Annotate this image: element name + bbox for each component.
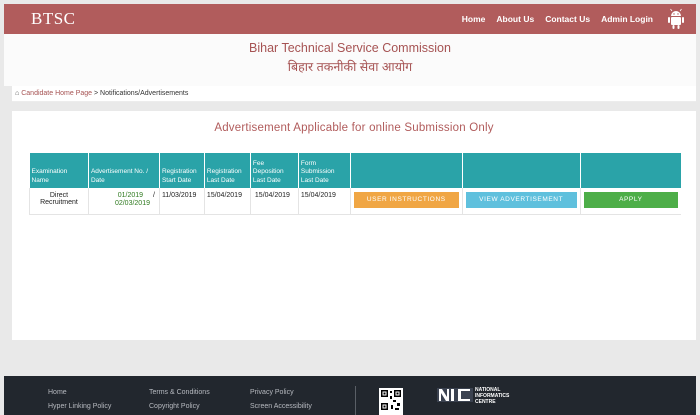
- footer-divider: [355, 386, 356, 415]
- adv-separator: /: [152, 192, 155, 199]
- nic-logo-icon: [437, 388, 473, 402]
- footer-col-1: Home Hyper Linking Policy: [48, 386, 111, 414]
- cell-reg-last: 15/04/2019: [203, 188, 251, 215]
- breadcrumb-home-link[interactable]: Candidate Home Page: [21, 90, 92, 97]
- nav-admin-login-link[interactable]: Admin Login: [601, 14, 653, 24]
- main-panel: Advertisement Applicable for online Subm…: [12, 111, 696, 340]
- cell-exam-name: Direct Recruitment: [29, 188, 89, 215]
- cell-reg-start: 11/03/2019: [158, 188, 205, 215]
- nic-name: NATIONAL INFORMATICS CENTRE: [475, 387, 509, 405]
- breadcrumb-current: Notifications/Advertisements: [100, 90, 189, 97]
- site-footer: Home Hyper Linking Policy Terms & Condit…: [4, 376, 696, 415]
- cell-apply: APPLY: [579, 188, 681, 215]
- org-name-english: Bihar Technical Service Commission: [249, 41, 451, 55]
- adv-number: 01/2019: [117, 192, 144, 199]
- apply-button[interactable]: APPLY: [583, 192, 678, 208]
- main-nav: Home About Us Contact Us Admin Login: [462, 7, 696, 31]
- breadcrumb-separator: >: [92, 90, 101, 97]
- nav-home-link[interactable]: Home: [462, 14, 486, 24]
- footer-privacy-link[interactable]: Privacy Policy: [250, 386, 312, 400]
- page-title: Advertisement Applicable for online Subm…: [214, 122, 494, 134]
- footer-accessibility-link[interactable]: Screen Accessibility: [250, 400, 312, 414]
- col-header-exam-name: Examination Name: [29, 153, 89, 188]
- nav-about-link[interactable]: About Us: [496, 14, 534, 24]
- col-header-view: [461, 153, 581, 188]
- org-name-hindi: बिहार तकनीकी सेवा आयोग: [287, 60, 413, 74]
- breadcrumb: ⌂ Candidate Home Page > Notifications/Ad…: [12, 86, 696, 102]
- qr-code-icon: [379, 388, 403, 415]
- col-header-adv-no: Advertisement No. / Date: [87, 153, 160, 188]
- col-header-apply: [579, 153, 681, 188]
- footer-home-link[interactable]: Home: [48, 386, 111, 400]
- footer-hyperlinking-link[interactable]: Hyper Linking Policy: [48, 400, 111, 414]
- footer-copyright-link[interactable]: Copyright Policy: [149, 400, 210, 414]
- footer-col-3: Privacy Policy Screen Accessibility: [250, 386, 312, 414]
- col-header-fee-last: Fee Deposition Last Date: [249, 153, 299, 188]
- col-header-instructions: [349, 153, 463, 188]
- col-header-form-last: Form Submission Last Date: [297, 153, 351, 188]
- table-header-row: Examination Name Advertisement No. / Dat…: [29, 153, 681, 188]
- home-icon: ⌂: [15, 90, 20, 97]
- cell-adv-no: 01/2019 / 02/03/2019: [87, 188, 160, 215]
- cell-instructions: USER INSTRUCTIONS: [349, 188, 463, 215]
- adv-date: 02/03/2019: [114, 200, 150, 207]
- nic-line-3: CENTRE: [475, 399, 496, 405]
- footer-terms-link[interactable]: Terms & Conditions: [149, 386, 210, 400]
- android-icon[interactable]: [666, 7, 686, 31]
- nav-contact-link[interactable]: Contact Us: [545, 14, 590, 24]
- footer-col-2: Terms & Conditions Copyright Policy: [149, 386, 210, 414]
- table-row: Direct Recruitment 01/2019 / 02/03/2019 …: [29, 188, 681, 215]
- user-instructions-button[interactable]: USER INSTRUCTIONS: [353, 192, 459, 208]
- advertisement-table: Examination Name Advertisement No. / Dat…: [29, 153, 681, 215]
- cell-view: VIEW ADVERTISEMENT: [461, 188, 581, 215]
- view-advertisement-button[interactable]: VIEW ADVERTISEMENT: [465, 192, 577, 208]
- org-banner: Bihar Technical Service Commission बिहार…: [4, 34, 696, 86]
- top-navbar: BTSC Home About Us Contact Us Admin Logi…: [4, 4, 696, 34]
- cell-form-last: 15/04/2019: [297, 188, 351, 215]
- col-header-reg-last: Registration Last Date: [203, 153, 251, 188]
- brand-logo[interactable]: BTSC: [31, 9, 76, 29]
- cell-fee-last: 15/04/2019: [249, 188, 299, 215]
- col-header-reg-start: Registration Start Date: [158, 153, 205, 188]
